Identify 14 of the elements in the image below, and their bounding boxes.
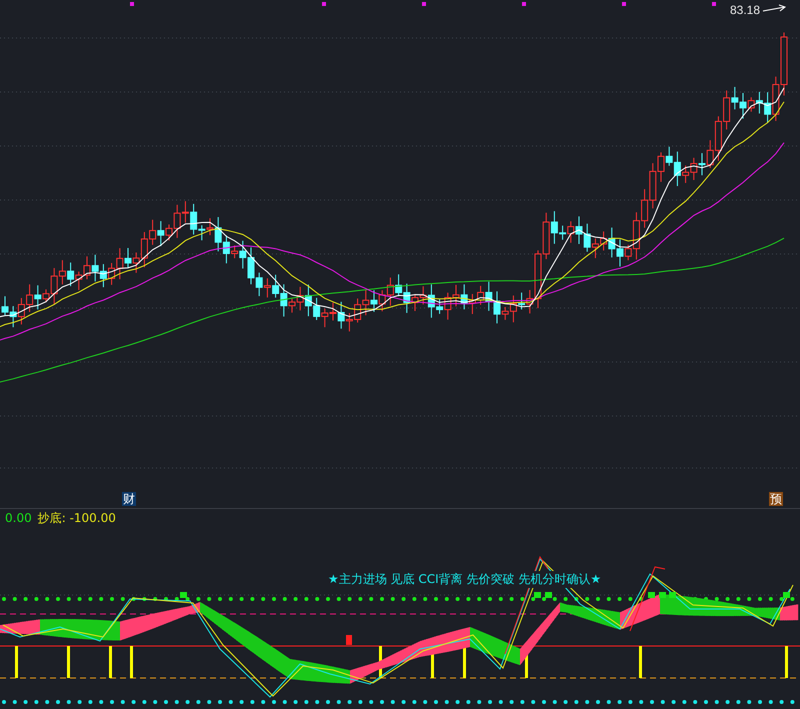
event-marker-label: 预 <box>769 492 783 506</box>
period-marker-icon <box>712 2 716 6</box>
period-marker-icon <box>522 2 526 6</box>
period-marker-icon <box>422 2 426 6</box>
period-marker-icon <box>130 2 134 6</box>
period-marker-icon <box>622 2 626 6</box>
indicator-value: 0.00 <box>5 511 32 525</box>
volume-bar-icon <box>346 635 352 645</box>
indicator-value: 抄底: -100.00 <box>38 510 116 526</box>
period-marker-icon <box>322 2 326 6</box>
arrow-icon <box>762 4 786 12</box>
high-price-label: 83.18 <box>730 3 760 17</box>
signal-legend: ★主力进场 见底 CCI背离 先价突破 先机分时确认★ <box>328 571 602 588</box>
event-marker-label: 财 <box>122 492 136 506</box>
